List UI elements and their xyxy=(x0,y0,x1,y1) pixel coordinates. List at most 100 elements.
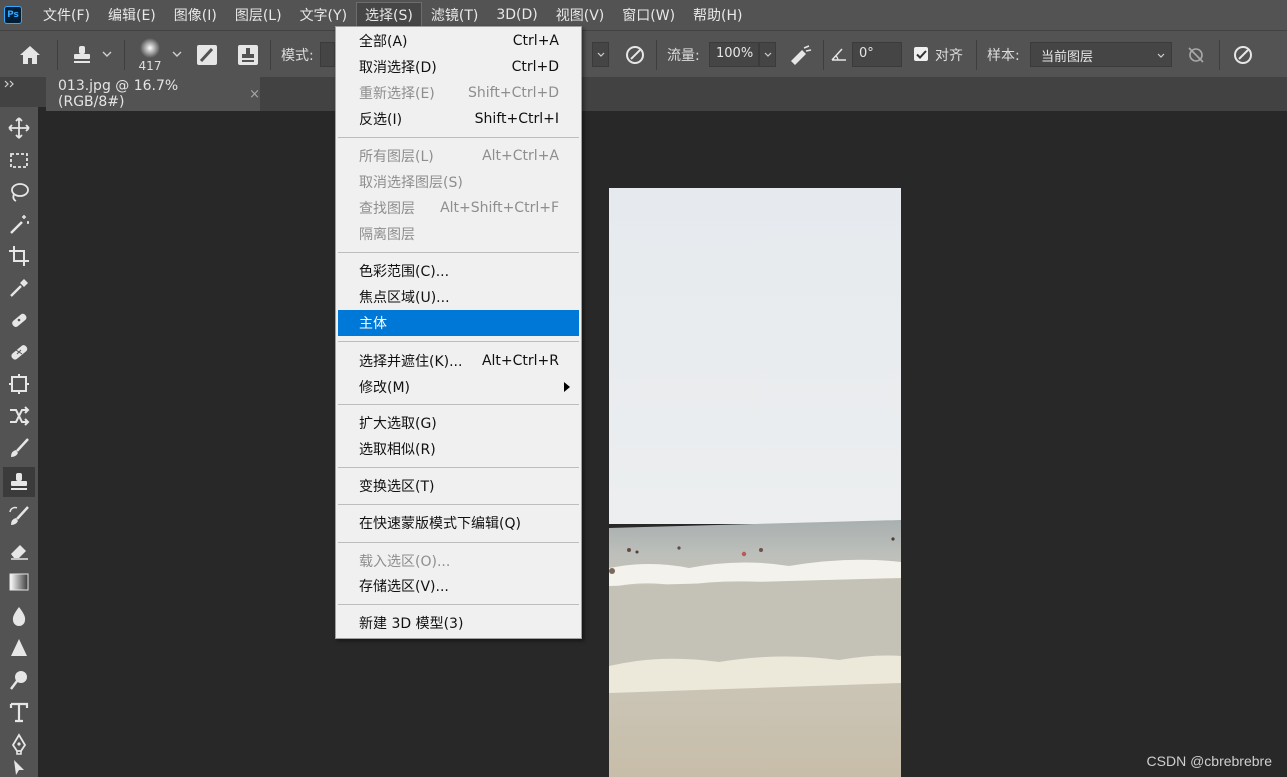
history-brush-tool-icon[interactable] xyxy=(3,501,35,531)
document-tab-title: 013.jpg @ 16.7%(RGB/8#) xyxy=(58,78,179,110)
ignore-adjustment-layers-icon[interactable] xyxy=(1183,42,1209,68)
menu-item-deselect-layers: 取消选择图层(S) xyxy=(359,175,463,191)
eraser-tool-icon[interactable] xyxy=(3,535,35,565)
menu-item-all-layers: 所有图层(L) Alt+Ctrl+A xyxy=(359,148,559,165)
menu-item-select-all[interactable]: 全部(A) Ctrl+A xyxy=(338,28,579,54)
magic-wand-tool-icon[interactable] xyxy=(3,209,35,239)
menu-item-inverse[interactable]: 反选(I) Shift+Ctrl+I xyxy=(338,106,579,132)
menu-edit[interactable]: 编辑(E) xyxy=(99,2,165,28)
menu-item-transform-selection[interactable]: 变换选区(T) xyxy=(338,473,579,499)
move-tool-icon[interactable] xyxy=(3,113,35,143)
canvas-area[interactable] xyxy=(46,111,1287,777)
menu-bar: Ps 文件(F) 编辑(E) 图像(I) 图层(L) 文字(Y) 选择(S) 滤… xyxy=(0,0,1287,30)
menu-separator xyxy=(338,542,579,543)
pressure-size-icon[interactable] xyxy=(1229,42,1257,68)
mode-label: 模式: xyxy=(281,48,314,64)
eyedropper-tool-icon[interactable] xyxy=(3,273,35,303)
menu-separator xyxy=(338,404,579,405)
menu-window[interactable]: 窗口(W) xyxy=(613,2,684,28)
menu-item-save-selection[interactable]: 存储选区(V)... xyxy=(338,573,579,599)
menu-item-modify[interactable]: 修改(M) xyxy=(338,374,579,400)
pen-tool-icon[interactable] xyxy=(3,729,35,759)
menu-item-find-layers: 查找图层 Alt+Shift+Ctrl+F xyxy=(359,200,559,217)
separator xyxy=(976,40,977,70)
select-menu-dropdown: 全部(A) Ctrl+A 取消选择(D) Ctrl+D 重新选择(E) Shift+C… xyxy=(335,26,582,639)
photoshop-logo: Ps xyxy=(4,6,22,24)
menu-layer[interactable]: 图层(L) xyxy=(226,2,291,28)
document-tab-strip: 013.jpg @ 16.7%(RGB/8#) × xyxy=(46,77,1287,111)
separator xyxy=(270,40,271,70)
watermark-text: CSDN @cbrebrebre xyxy=(1146,753,1272,769)
chevron-down-icon xyxy=(1155,49,1167,61)
pressure-opacity-icon[interactable] xyxy=(622,42,648,68)
options-bar: 417 模式: 流量: 100% 0° 对齐 样本: 当前图层 xyxy=(0,30,1287,77)
spot-healing-tool-icon[interactable] xyxy=(3,305,35,335)
flow-input[interactable]: 100% xyxy=(709,42,759,67)
airbrush-icon[interactable] xyxy=(786,42,814,68)
menu-item-color-range[interactable]: 色彩范围(C)... xyxy=(338,258,579,284)
menu-separator xyxy=(338,252,579,253)
angle-icon xyxy=(829,44,849,64)
menu-separator xyxy=(338,341,579,342)
menu-item-deselect[interactable]: 取消选择(D) Ctrl+D xyxy=(338,54,579,80)
type-tool-icon[interactable] xyxy=(3,697,35,727)
patch-tool-icon[interactable] xyxy=(3,369,35,399)
brush-tool-icon[interactable] xyxy=(3,433,35,463)
menu-filter[interactable]: 滤镜(T) xyxy=(422,2,487,28)
menu-help[interactable]: 帮助(H) xyxy=(684,2,751,28)
align-checkbox[interactable] xyxy=(914,47,928,61)
crop-tool-icon[interactable] xyxy=(3,241,35,271)
clone-stamp-tool-icon[interactable] xyxy=(3,467,35,497)
marquee-tool-icon[interactable] xyxy=(3,145,35,175)
blur-tool-icon[interactable] xyxy=(3,601,35,631)
path-selection-tool-icon[interactable] xyxy=(3,760,35,777)
double-chevron-icon xyxy=(4,80,14,88)
menu-select[interactable]: 选择(S) xyxy=(356,2,422,28)
healing-brush-tool-icon[interactable] xyxy=(3,337,35,367)
home-icon[interactable] xyxy=(16,42,44,68)
flow-dropdown[interactable] xyxy=(759,42,776,67)
clone-source-icon[interactable] xyxy=(235,42,261,68)
toolbar-collapse-strip[interactable] xyxy=(0,77,46,107)
close-icon[interactable]: × xyxy=(249,87,260,102)
menu-item-reselect: 重新选择(E) Shift+Ctrl+D xyxy=(359,85,559,102)
sharpen-tool-icon[interactable] xyxy=(3,633,35,663)
menu-separator xyxy=(338,604,579,605)
separator xyxy=(656,40,657,70)
menu-item-grow[interactable]: 扩大选取(G) xyxy=(338,410,579,436)
menu-item-similar[interactable]: 选取相似(R) xyxy=(338,436,579,462)
chevron-down-icon[interactable] xyxy=(100,47,114,61)
beach-photo[interactable] xyxy=(609,188,901,777)
separator xyxy=(823,40,824,70)
brush-preview-icon[interactable] xyxy=(138,36,162,60)
gradient-tool-icon[interactable] xyxy=(3,567,35,597)
menu-item-subject[interactable]: 主体 xyxy=(338,310,579,336)
mode-select[interactable] xyxy=(320,42,335,67)
brush-size-value: 417 xyxy=(138,59,162,73)
brush-settings-icon[interactable] xyxy=(194,42,220,68)
menu-image[interactable]: 图像(I) xyxy=(165,2,226,28)
menu-separator xyxy=(338,504,579,505)
dodge-tool-icon[interactable] xyxy=(3,665,35,695)
menu-file[interactable]: 文件(F) xyxy=(34,2,99,28)
chevron-down-icon[interactable] xyxy=(170,47,184,61)
menu-type[interactable]: 文字(Y) xyxy=(291,2,356,28)
angle-input[interactable]: 0° xyxy=(852,42,902,67)
menu-item-focus-area[interactable]: 焦点区域(U)... xyxy=(338,284,579,310)
opacity-dropdown[interactable] xyxy=(592,42,609,67)
clone-stamp-preset-icon[interactable] xyxy=(70,42,94,68)
submenu-arrow-icon xyxy=(564,382,570,392)
content-aware-move-tool-icon[interactable] xyxy=(3,401,35,431)
document-tab[interactable]: 013.jpg @ 16.7%(RGB/8#) × xyxy=(46,77,260,111)
separator xyxy=(124,40,125,70)
menu-item-select-and-mask[interactable]: 选择并遮住(K)... Alt+Ctrl+R xyxy=(338,348,579,374)
lasso-tool-icon[interactable] xyxy=(3,177,35,207)
menu-3d[interactable]: 3D(D) xyxy=(487,2,546,28)
menu-item-isolate-layers: 隔离图层 xyxy=(359,227,415,243)
flow-label: 流量: xyxy=(667,48,700,64)
separator xyxy=(57,40,58,70)
sample-select[interactable]: 当前图层 xyxy=(1030,42,1172,67)
menu-view[interactable]: 视图(V) xyxy=(547,2,614,28)
menu-item-new-3d-extrusion[interactable]: 新建 3D 模型(3) xyxy=(338,610,579,636)
menu-item-quick-mask[interactable]: 在快速蒙版模式下编辑(Q) xyxy=(338,510,579,536)
